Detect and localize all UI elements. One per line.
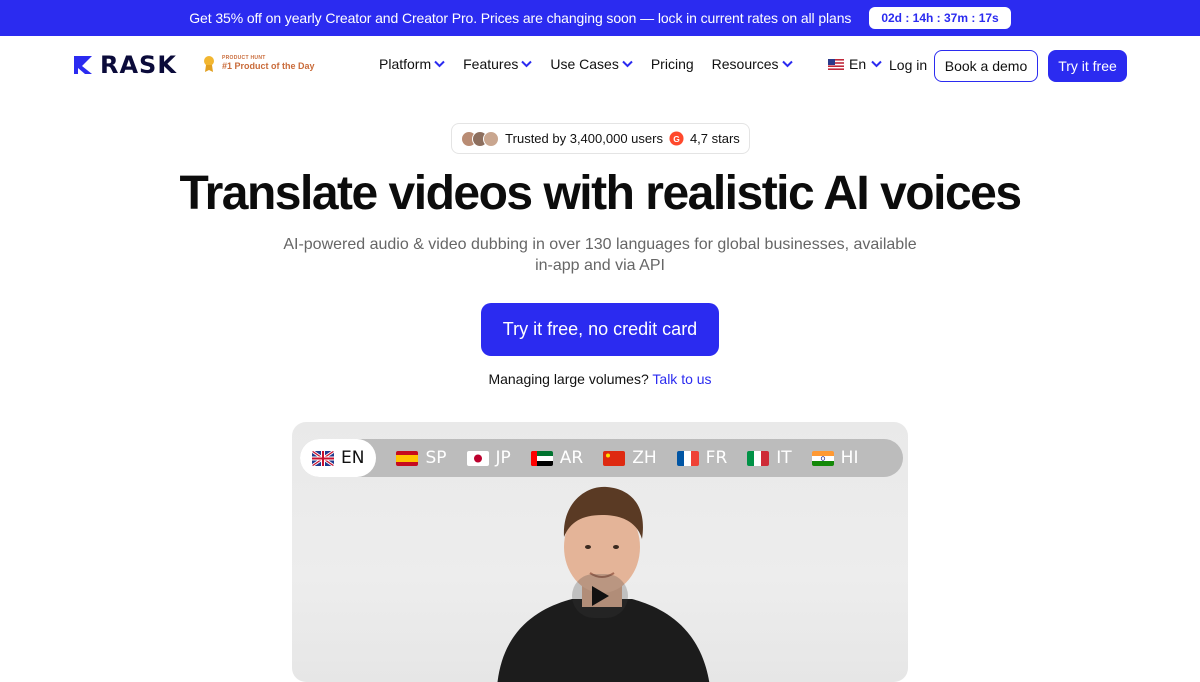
countdown-timer: 02d : 14h : 37m : 17s	[869, 7, 1011, 29]
book-demo-button[interactable]: Book a demo	[934, 50, 1038, 82]
nav-item-use-cases[interactable]: Use Cases	[550, 56, 633, 72]
play-button[interactable]	[572, 574, 628, 618]
g2-logo-icon: G	[669, 131, 684, 146]
chevron-down-icon	[871, 60, 882, 68]
language-selector[interactable]: En	[828, 56, 882, 72]
nav-item-features[interactable]: Features	[463, 56, 533, 72]
logo-wordmark: RASK	[100, 51, 177, 79]
user-avatars	[461, 130, 500, 147]
lang-code: IT	[776, 448, 792, 468]
italy-flag-icon	[747, 450, 770, 466]
lang-code: JP	[495, 448, 511, 468]
lang-code: ZH	[632, 448, 657, 468]
chevron-down-icon	[521, 60, 533, 68]
lang-tab-ar[interactable]: AR	[530, 448, 584, 468]
lang-code: EN	[341, 448, 365, 468]
language-tabs: EN SP JP AR ZH FR IT HI	[300, 439, 903, 477]
promo-text: Get 35% off on yearly Creator and Creato…	[189, 10, 852, 26]
uk-flag-icon	[312, 450, 334, 466]
spain-flag-icon	[396, 450, 419, 466]
nav-item-label: Resources	[711, 56, 779, 72]
volumes-text: Managing large volumes?	[488, 371, 649, 387]
chevron-down-icon	[434, 60, 445, 68]
lang-tab-fr[interactable]: FR	[676, 448, 728, 468]
language-label: En	[849, 56, 867, 72]
rating-text: 4,7 stars	[689, 131, 740, 146]
lang-tab-jp[interactable]: JP	[466, 448, 511, 468]
nav-item-label: Pricing	[650, 56, 694, 72]
nav-item-label: Features	[463, 56, 519, 72]
chevron-down-icon	[622, 60, 633, 68]
nav-item-pricing[interactable]: Pricing	[651, 56, 694, 72]
lang-code: HI	[840, 448, 859, 468]
try-free-nav-button[interactable]: Try it free	[1048, 50, 1127, 82]
lang-code: AR	[559, 448, 584, 468]
promo-banner: Get 35% off on yearly Creator and Creato…	[0, 0, 1200, 36]
svg-text:G: G	[673, 134, 680, 144]
india-flag-icon	[811, 450, 834, 466]
lang-tab-it[interactable]: IT	[747, 448, 792, 468]
trust-text: Trusted by 3,400,000 users	[505, 131, 663, 146]
avatar	[483, 130, 500, 147]
top-navbar: RASK PRODUCT HUNT #1 Product of the Day …	[0, 36, 1200, 96]
product-hunt-badge[interactable]: PRODUCT HUNT #1 Product of the Day	[202, 55, 315, 73]
rask-logo[interactable]: RASK	[72, 51, 177, 79]
rask-logo-icon	[74, 56, 92, 74]
china-flag-icon	[603, 450, 626, 466]
nav-item-label: Platform	[379, 56, 432, 72]
large-volumes-line: Managing large volumes? Talk to us	[0, 371, 1200, 387]
lang-tab-hi[interactable]: HI	[811, 448, 859, 468]
talk-to-us-link[interactable]: Talk to us	[652, 371, 711, 387]
lang-tab-sp[interactable]: SP	[396, 448, 447, 468]
uae-flag-icon	[530, 450, 553, 466]
demo-video-player[interactable]: EN SP JP AR ZH FR IT HI	[292, 422, 908, 682]
japan-flag-icon	[466, 450, 489, 466]
lang-tab-zh[interactable]: ZH	[603, 448, 657, 468]
hero-headline: Translate videos with realistic AI voice…	[179, 167, 1022, 220]
lang-tab-en[interactable]: EN	[300, 439, 377, 477]
us-flag-icon	[828, 58, 844, 70]
chevron-down-icon	[781, 60, 793, 68]
play-icon	[592, 586, 609, 606]
login-link[interactable]: Log in	[889, 57, 927, 73]
medal-icon	[204, 56, 214, 72]
france-flag-icon	[676, 450, 699, 466]
lang-code: FR	[705, 448, 728, 468]
trust-badge: Trusted by 3,400,000 users G 4,7 stars	[451, 123, 750, 154]
nav-item-platform[interactable]: Platform	[379, 56, 445, 72]
nav-links: Platform Features Use Cases Pricing Reso…	[379, 56, 793, 72]
try-free-cta-button[interactable]: Try it free, no credit card	[481, 303, 719, 356]
lang-code: SP	[425, 448, 447, 468]
nav-item-resources[interactable]: Resources	[712, 56, 793, 72]
hero-subheadline: AI-powered audio & video dubbing in over…	[283, 236, 917, 274]
product-hunt-label: #1 Product of the Day	[222, 60, 315, 71]
nav-item-label: Use Cases	[550, 56, 619, 72]
